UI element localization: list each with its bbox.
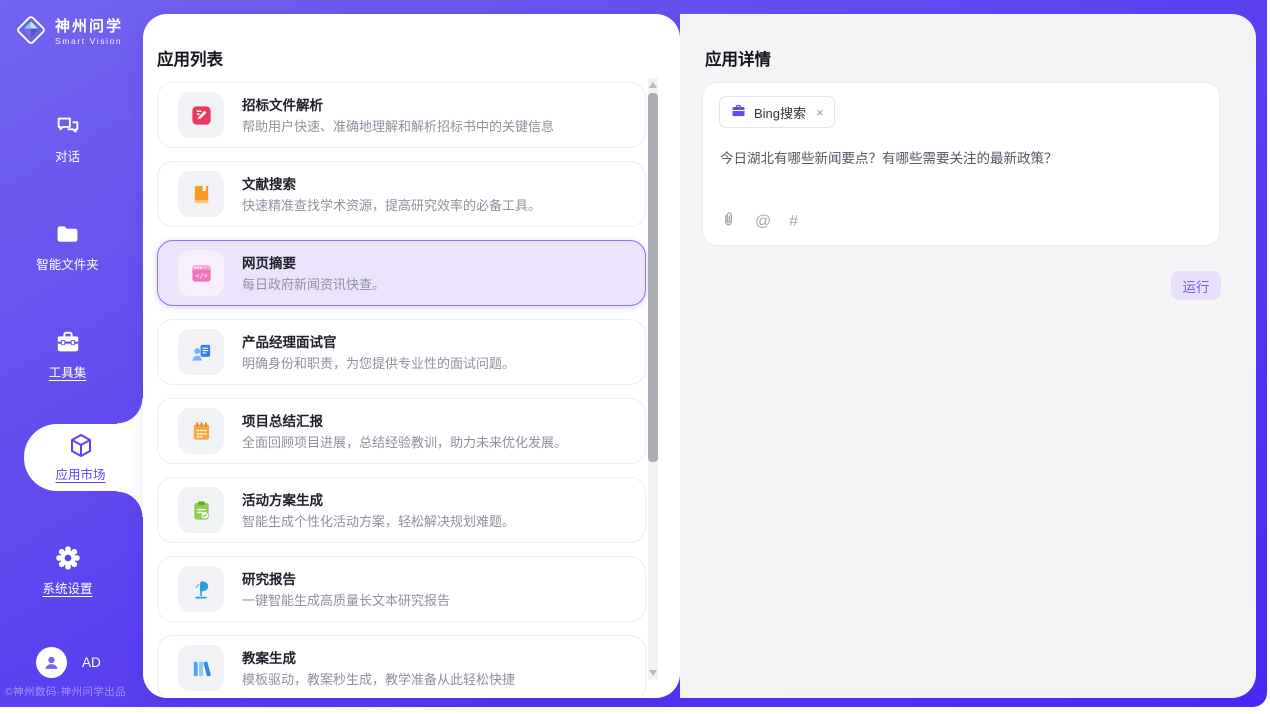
app-card-desc: 帮助用户快速、准确地理解和解析招标书中的关键信息 <box>242 116 554 135</box>
gear-icon <box>54 544 82 572</box>
book-icon <box>178 171 224 217</box>
app-frame: 神州问学 Smart Vision 对话智能文件夹工具集应用市场系统设置 AD … <box>0 0 1267 707</box>
sidebar-item-app-market[interactable]: 应用市场 <box>24 424 143 491</box>
user-name: AD <box>82 655 101 670</box>
sidebar-item-system-settings[interactable]: 系统设置 <box>0 544 135 597</box>
notepad-icon <box>178 408 224 454</box>
doc-edit-icon <box>178 92 224 138</box>
report-icon <box>178 566 224 612</box>
paperclip-icon[interactable] <box>720 211 737 233</box>
user-avatar-icon <box>36 647 67 678</box>
app-list-panel: 应用列表 招标文件解析帮助用户快速、准确地理解和解析招标书中的关键信息文献搜索快… <box>143 14 680 698</box>
brand-name: 神州问学 <box>55 18 123 35</box>
app-card-web-summary[interactable]: </> 网页摘要每日政府新闻资讯快查。 <box>157 240 646 306</box>
tool-tag-bing-search[interactable]: Bing搜索 × <box>719 96 835 128</box>
books-icon <box>178 645 224 691</box>
app-card-desc: 明确身份和职责，为您提供专业性的面试问题。 <box>242 353 515 372</box>
sidebar-item-label: 工具集 <box>49 362 87 381</box>
app-card-title: 网页摘要 <box>242 252 296 272</box>
brand-logo: 神州问学 Smart Vision <box>14 13 123 52</box>
browser-code-icon: </> <box>178 250 224 296</box>
copyright-text: ©神州数码·神州问学出品 <box>5 684 126 699</box>
app-card-title: 项目总结汇报 <box>242 410 323 430</box>
folder-icon <box>54 220 81 248</box>
app-card-title: 活动方案生成 <box>242 489 323 509</box>
app-detail-panel: 应用详情 Bing搜索 × 今日湖北有哪些新闻要点？有哪些需要关注的最新政策？ … <box>680 14 1256 698</box>
app-card-title: 产品经理面试官 <box>242 331 337 351</box>
sidebar-item-label: 对话 <box>55 146 80 165</box>
svg-text:</>: </> <box>195 272 207 280</box>
app-card-title: 文献搜索 <box>242 173 296 193</box>
sidebar-item-label: 应用市场 <box>55 464 105 483</box>
sidebar-item-toolset[interactable]: 工具集 <box>0 328 135 381</box>
tag-close-icon[interactable]: × <box>816 105 824 120</box>
scroll-up-arrow-icon[interactable] <box>649 82 657 88</box>
app-card-title: 研究报告 <box>242 568 296 588</box>
sidebar-item-label: 智能文件夹 <box>36 254 99 273</box>
app-card-event-plan[interactable]: 活动方案生成智能生成个性化活动方案，轻松解决规划难题。 <box>157 477 646 543</box>
sidebar-item-smart-folder[interactable]: 智能文件夹 <box>0 220 135 273</box>
clipboard-check-icon <box>178 487 224 533</box>
list-scrollbar[interactable] <box>648 78 658 680</box>
app-card-desc: 智能生成个性化活动方案，轻松解决规划难题。 <box>242 511 515 530</box>
app-card-desc: 每日政府新闻资讯快查。 <box>242 274 385 293</box>
hash-icon[interactable]: # <box>789 214 798 230</box>
cube-icon <box>66 432 96 460</box>
app-card-desc: 全面回顾项目进展，总结经验教训，助力未来优化发展。 <box>242 432 567 451</box>
interviewer-icon <box>178 329 224 375</box>
app-card-literature-search[interactable]: 文献搜索快速精准查找学术资源，提高研究效率的必备工具。 <box>157 161 646 227</box>
app-card-project-summary[interactable]: 项目总结汇报全面回顾项目进展，总结经验教训，助力未来优化发展。 <box>157 398 646 464</box>
app-list-title: 应用列表 <box>157 46 223 70</box>
app-card-desc: 快速精准查找学术资源，提高研究效率的必备工具。 <box>242 195 541 214</box>
app-card-lesson-plan[interactable]: 教案生成模板驱动，教案秒生成，教学准备从此轻松快捷 <box>157 635 646 698</box>
diamond-logo-icon <box>14 13 48 52</box>
user-row[interactable]: AD <box>36 647 101 678</box>
app-card-desc: 模板驱动，教案秒生成，教学准备从此轻松快捷 <box>242 669 515 688</box>
app-card-title: 招标文件解析 <box>242 94 323 114</box>
scrollbar-thumb[interactable] <box>648 93 658 462</box>
app-detail-title: 应用详情 <box>705 46 771 70</box>
chat-icon <box>54 112 82 140</box>
app-card-bid-doc-parse[interactable]: 招标文件解析帮助用户快速、准确地理解和解析招标书中的关键信息 <box>157 82 646 148</box>
sidebar: 神州问学 Smart Vision 对话智能文件夹工具集应用市场系统设置 AD … <box>0 0 135 707</box>
scroll-down-arrow-icon[interactable] <box>649 670 657 676</box>
sidebar-item-chat[interactable]: 对话 <box>0 112 135 165</box>
prompt-card: Bing搜索 × 今日湖北有哪些新闻要点？有哪些需要关注的最新政策？ @ # <box>702 82 1220 246</box>
query-text[interactable]: 今日湖北有哪些新闻要点？有哪些需要关注的最新政策？ <box>720 147 1058 167</box>
toolbox-icon <box>54 328 82 356</box>
app-card-desc: 一键智能生成高质量长文本研究报告 <box>242 590 450 609</box>
app-card-pm-interviewer[interactable]: 产品经理面试官明确身份和职责，为您提供专业性的面试问题。 <box>157 319 646 385</box>
brand-subtitle: Smart Vision <box>55 37 123 47</box>
app-card-research-report[interactable]: 研究报告一键智能生成高质量长文本研究报告 <box>157 556 646 622</box>
sidebar-item-label: 系统设置 <box>42 578 92 597</box>
mention-icon[interactable]: @ <box>755 214 771 230</box>
run-button[interactable]: 运行 <box>1171 271 1221 300</box>
briefcase-icon <box>730 102 747 122</box>
app-card-title: 教案生成 <box>242 647 296 667</box>
tool-tag-label: Bing搜索 <box>754 103 806 122</box>
